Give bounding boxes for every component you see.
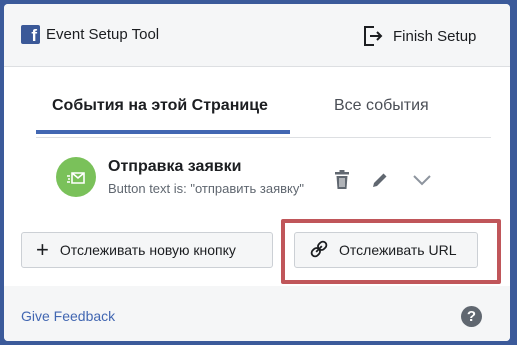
app-title: Event Setup Tool [46, 26, 160, 43]
chevron-down-icon[interactable] [410, 168, 434, 192]
active-tab-indicator [36, 130, 290, 134]
envelope-icon [56, 157, 96, 197]
track-url-label: Отслеживать URL [339, 242, 457, 258]
event-setup-panel: f Event Setup Tool Finish Setup События … [4, 4, 510, 341]
link-icon [295, 239, 339, 262]
event-name: Отправка заявки [108, 158, 242, 175]
exit-icon [362, 24, 384, 48]
finish-setup-label: Finish Setup [393, 27, 477, 45]
footer-bar: Give Feedback ? [4, 286, 510, 341]
event-list-item: Отправка заявки Button text is: "отправи… [4, 149, 510, 213]
tab-all-events[interactable]: Все события [334, 97, 429, 115]
track-url-button[interactable]: Отслеживать URL [294, 232, 478, 268]
track-new-button-button[interactable]: + Отслеживать новую кнопку [21, 232, 273, 268]
plus-icon: + [36, 237, 49, 262]
track-new-button-label: Отслеживать новую кнопку [59, 242, 236, 258]
facebook-logo-icon: f [21, 25, 40, 44]
tab-bar: События на этой Странице Все события [36, 67, 491, 138]
event-description: Button text is: "отправить заявку" [108, 181, 304, 196]
pencil-icon[interactable] [368, 168, 392, 192]
trash-icon[interactable] [330, 168, 354, 192]
header-bar: f Event Setup Tool Finish Setup [4, 4, 510, 67]
give-feedback-link[interactable]: Give Feedback [21, 308, 115, 324]
tab-page-events[interactable]: События на этой Странице [52, 97, 268, 115]
help-icon[interactable]: ? [461, 306, 482, 327]
finish-setup-button[interactable]: Finish Setup [362, 24, 476, 48]
